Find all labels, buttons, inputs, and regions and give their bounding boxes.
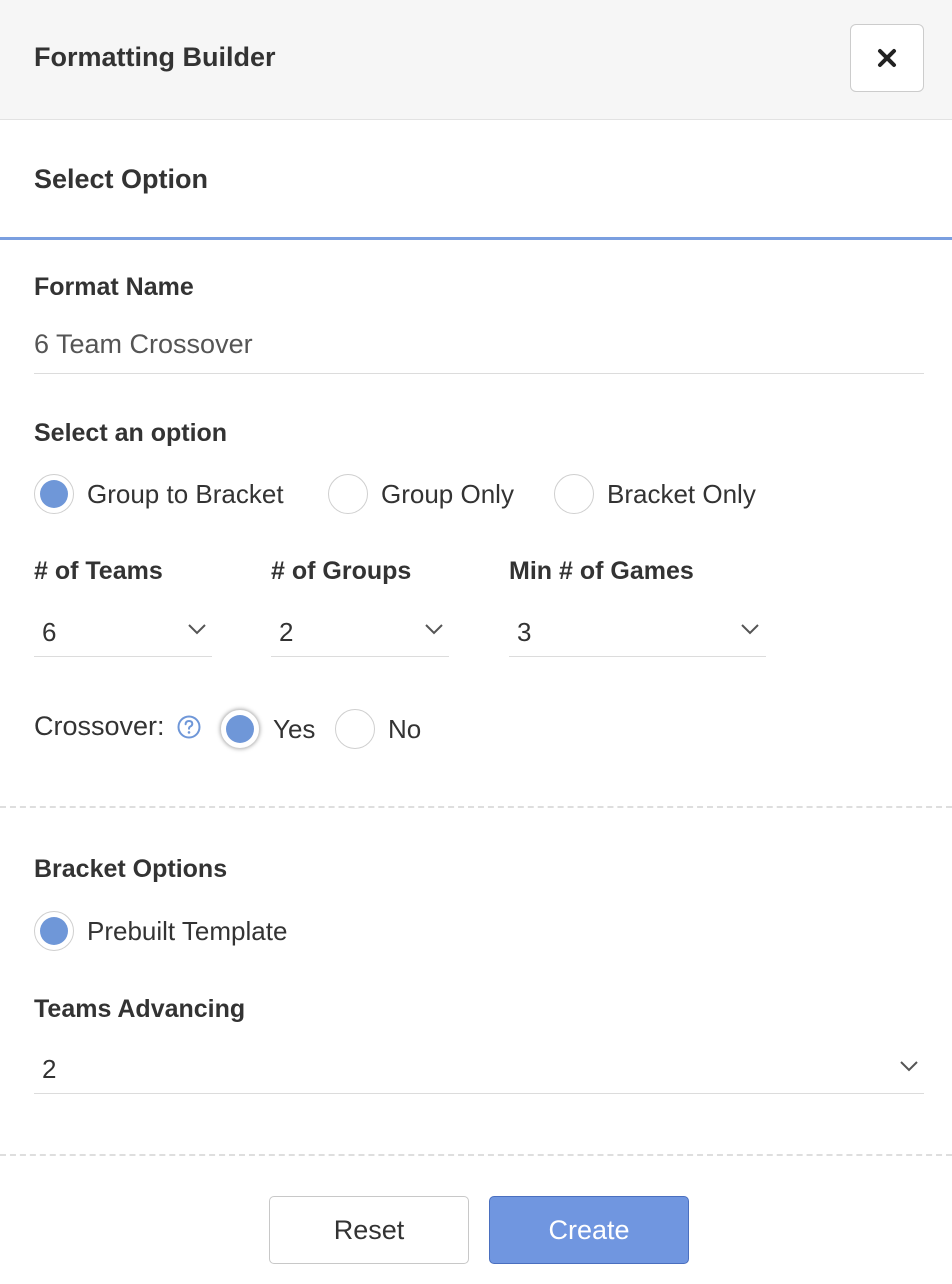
radio-crossover-no[interactable]: No — [335, 709, 421, 749]
section-tab-bar: Select Option — [0, 121, 952, 240]
groups-value: 2 — [279, 617, 294, 647]
min-games-value: 3 — [517, 617, 532, 647]
radio-label: Group Only — [381, 478, 514, 509]
min-games-select[interactable]: 3 — [509, 607, 766, 657]
bracket-options-label: Bracket Options — [34, 855, 228, 883]
teams-select[interactable]: 6 — [34, 607, 212, 657]
dialog-title: Formatting Builder — [34, 42, 276, 72]
close-icon — [878, 49, 896, 67]
radio-prebuilt-template[interactable]: Prebuilt Template — [34, 911, 287, 951]
radio-crossover-yes[interactable]: Yes — [220, 709, 315, 749]
radio-circle — [554, 474, 594, 514]
format-name-input[interactable] — [34, 316, 924, 374]
chevron-down-icon — [741, 624, 759, 635]
radio-bracket-only[interactable]: Bracket Only — [554, 474, 756, 514]
dialog-header: Formatting Builder — [0, 0, 952, 120]
radio-label: No — [388, 713, 422, 744]
teams-advancing-label: Teams Advancing — [34, 995, 246, 1023]
teams-advancing-value: 2 — [42, 1054, 57, 1084]
create-button[interactable]: Create — [489, 1196, 689, 1264]
radio-circle — [220, 709, 260, 749]
chevron-down-icon — [188, 624, 206, 635]
radio-group-to-bracket[interactable]: Group to Bracket — [34, 474, 284, 514]
radio-label: Yes — [273, 713, 316, 744]
min-games-label: Min # of Games — [509, 557, 694, 585]
reset-button[interactable]: Reset — [269, 1196, 469, 1264]
section-divider — [0, 806, 952, 808]
groups-select[interactable]: 2 — [271, 607, 449, 657]
radio-label: Prebuilt Template — [87, 915, 288, 946]
teams-label: # of Teams — [34, 557, 163, 585]
radio-label: Bracket Only — [607, 478, 756, 509]
groups-label: # of Groups — [271, 557, 412, 585]
format-name-label: Format Name — [34, 273, 194, 301]
teams-value: 6 — [42, 617, 57, 647]
help-icon[interactable] — [177, 715, 201, 739]
radio-group-only[interactable]: Group Only — [328, 474, 514, 514]
close-button[interactable] — [850, 24, 924, 92]
crossover-label: Crossover: — [34, 711, 165, 741]
radio-label: Group to Bracket — [87, 478, 284, 509]
select-option-label: Select an option — [34, 419, 228, 447]
chevron-down-icon — [425, 624, 443, 635]
teams-advancing-select[interactable]: 2 — [34, 1044, 924, 1094]
chevron-down-icon — [900, 1061, 918, 1072]
radio-circle — [328, 474, 368, 514]
radio-circle — [335, 709, 375, 749]
radio-circle — [34, 911, 74, 951]
footer-divider — [0, 1154, 952, 1156]
section-title: Select Option — [34, 164, 209, 194]
radio-circle — [34, 474, 74, 514]
